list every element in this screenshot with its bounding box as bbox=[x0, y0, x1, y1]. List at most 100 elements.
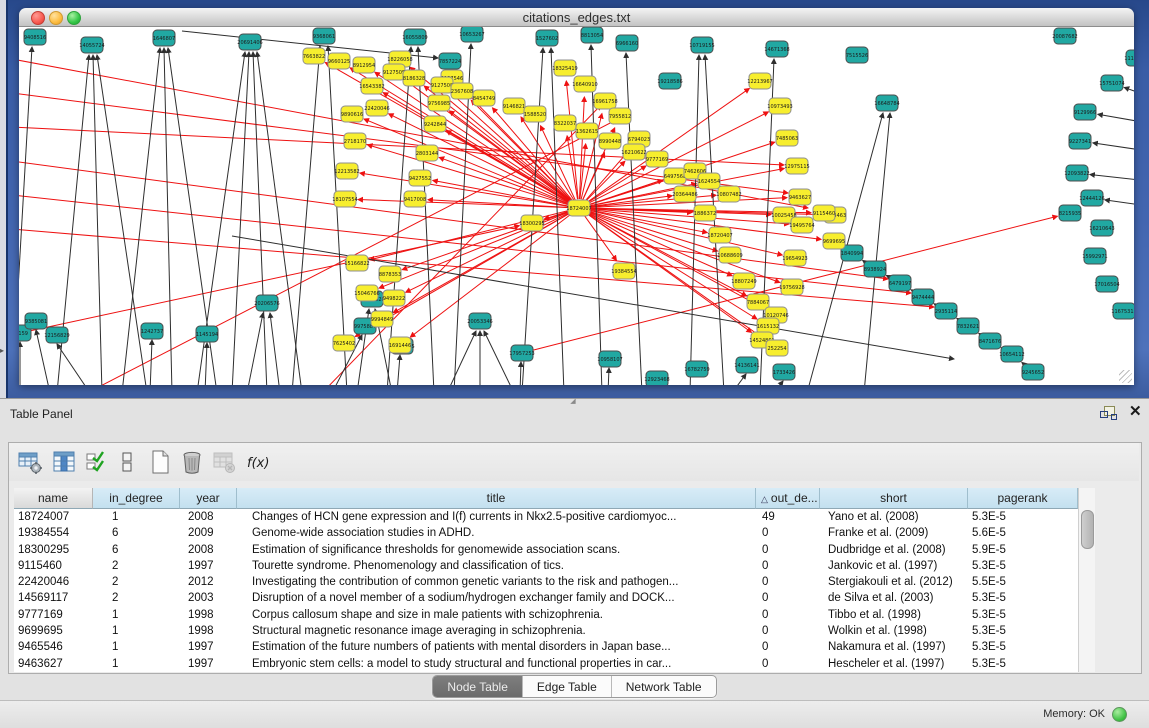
graph-node[interactable]: 22420046 bbox=[364, 100, 389, 116]
graph-node[interactable]: 9245652 bbox=[1022, 364, 1044, 380]
table-row[interactable]: 911546021997Tourette syndrome. Phenomeno… bbox=[14, 558, 1078, 574]
graph-node[interactable]: 1691446 bbox=[389, 337, 411, 353]
graph-node[interactable]: 15992971 bbox=[1082, 248, 1107, 264]
graph-node[interactable]: 15751074 bbox=[1099, 75, 1124, 91]
network-canvas[interactable]: 9408516140557241646807206914069368061160… bbox=[19, 27, 1134, 385]
graph-node[interactable]: 6497568 bbox=[664, 168, 686, 184]
graph-node[interactable]: 9660125 bbox=[328, 53, 350, 69]
graph-node[interactable]: 6479197 bbox=[889, 275, 911, 291]
graph-node[interactable]: 252254 bbox=[766, 340, 788, 356]
graph-node[interactable]: 7884067 bbox=[747, 294, 769, 310]
graph-node[interactable]: 10719155 bbox=[689, 37, 714, 53]
delete-table-icon-disabled[interactable] bbox=[211, 449, 237, 475]
graph-node[interactable]: 16961758 bbox=[592, 93, 617, 109]
graph-node[interactable]: 18724007 bbox=[566, 200, 591, 216]
graph-node[interactable]: 16782759 bbox=[684, 361, 709, 377]
graph-node[interactable]: 18807249 bbox=[731, 273, 756, 289]
graph-node[interactable]: 20053346 bbox=[467, 313, 492, 329]
graph-node[interactable]: 1624554 bbox=[698, 173, 720, 189]
table-vertical-scrollbar[interactable] bbox=[1078, 488, 1095, 672]
graph-node[interactable]: 1646807 bbox=[153, 30, 175, 46]
graph-node[interactable]: 18325419 bbox=[552, 60, 577, 76]
graph-node[interactable]: 12975115 bbox=[784, 158, 809, 174]
graph-node[interactable]: 12156829 bbox=[44, 327, 69, 343]
column-header-in_degree[interactable]: in_degree bbox=[93, 488, 180, 509]
graph-node[interactable]: 7832621 bbox=[957, 318, 979, 334]
graph-node[interactable]: 8938924 bbox=[864, 261, 886, 277]
graph-node[interactable]: 9146821 bbox=[503, 98, 525, 114]
tab-network-table[interactable]: Network Table bbox=[612, 676, 716, 697]
table-row[interactable]: 1830029562008Estimation of significance … bbox=[14, 542, 1078, 558]
float-panel-icon[interactable] bbox=[1100, 405, 1118, 421]
graph-node[interactable]: 16055809 bbox=[402, 29, 427, 45]
graph-node[interactable]: 1733426 bbox=[773, 364, 795, 380]
table-row[interactable]: 977716911998Corpus callosum shape and si… bbox=[14, 607, 1078, 623]
graph-node[interactable]: 20206576 bbox=[254, 295, 279, 311]
graph-node[interactable]: 16640910 bbox=[572, 76, 597, 92]
graph-node[interactable]: 8322037 bbox=[554, 115, 576, 131]
tab-node-table[interactable]: Node Table bbox=[433, 676, 523, 697]
graph-node[interactable]: 9474444 bbox=[912, 289, 934, 305]
column-header-pagerank[interactable]: pagerank bbox=[968, 488, 1078, 509]
graph-node[interactable]: 2935114 bbox=[935, 303, 957, 319]
graph-node[interactable]: 10654112 bbox=[999, 346, 1024, 362]
graph-node[interactable]: 7625402 bbox=[333, 335, 355, 351]
graph-node[interactable]: 8912954 bbox=[353, 57, 375, 73]
graph-node[interactable]: 9385081 bbox=[25, 313, 47, 329]
graph-node[interactable]: 18300295 bbox=[519, 215, 544, 231]
column-header-out_de[interactable]: △out_de... bbox=[756, 488, 820, 509]
scrollbar-thumb[interactable] bbox=[1081, 510, 1094, 549]
function-builder-icon[interactable]: f(x) bbox=[244, 449, 270, 475]
graph-node[interactable]: 9498222 bbox=[383, 290, 405, 306]
graph-node[interactable]: 8215935 bbox=[1059, 205, 1081, 221]
graph-node[interactable]: 20087682 bbox=[1052, 28, 1077, 44]
graph-node[interactable]: 9127508 bbox=[431, 77, 453, 93]
graph-node[interactable]: 20691406 bbox=[237, 34, 262, 50]
graph-node[interactable]: 12213967 bbox=[747, 73, 772, 89]
graph-node[interactable]: 19654923 bbox=[782, 250, 807, 266]
graph-node[interactable]: 8186328 bbox=[403, 70, 425, 86]
graph-node[interactable]: 14055724 bbox=[79, 37, 104, 53]
toggle-column-icon[interactable] bbox=[51, 449, 77, 475]
table-row[interactable]: 946554611997Estimation of the future num… bbox=[14, 639, 1078, 655]
graph-node[interactable]: 1145194 bbox=[196, 326, 218, 342]
graph-node[interactable]: 6966160 bbox=[616, 35, 638, 51]
graph-node[interactable]: 1362615 bbox=[576, 123, 598, 139]
graph-node[interactable]: 19495764 bbox=[789, 217, 814, 233]
graph-node[interactable]: 19218586 bbox=[657, 73, 682, 89]
column-header-title[interactable]: title bbox=[237, 488, 756, 509]
graph-node[interactable]: 10973493 bbox=[767, 98, 792, 114]
graph-node[interactable]: 1588520 bbox=[524, 106, 546, 122]
graph-node[interactable]: 8878353 bbox=[379, 266, 401, 282]
tab-edge-table[interactable]: Edge Table bbox=[523, 676, 612, 697]
graph-node[interactable]: 9699695 bbox=[823, 233, 845, 249]
table-settings-icon[interactable] bbox=[17, 449, 43, 475]
graph-node[interactable]: 9777169 bbox=[646, 151, 668, 167]
graph-node[interactable]: 10958107 bbox=[597, 351, 622, 367]
table-row[interactable]: 1872400712008Changes of HCN gene express… bbox=[14, 509, 1078, 525]
column-header-short[interactable]: short bbox=[820, 488, 968, 509]
select-rows-icon[interactable] bbox=[84, 449, 110, 475]
create-column-icon[interactable] bbox=[147, 449, 173, 475]
graph-node[interactable]: 7857224 bbox=[439, 53, 461, 69]
graph-node[interactable]: 12093822 bbox=[1064, 165, 1089, 181]
graph-node[interactable]: 7955812 bbox=[609, 108, 631, 124]
graph-node[interactable]: 9115460 bbox=[813, 205, 835, 221]
control-panel-collapsed-arrow[interactable]: ▸ bbox=[0, 344, 6, 358]
graph-node[interactable]: 15166822 bbox=[344, 255, 369, 271]
column-header-year[interactable]: year bbox=[180, 488, 237, 509]
graph-node[interactable]: 9890616 bbox=[341, 106, 363, 122]
graph-node[interactable]: 12923468 bbox=[644, 371, 669, 385]
graph-node[interactable]: 16210622 bbox=[621, 144, 646, 160]
graph-node[interactable]: 1886372 bbox=[694, 205, 716, 221]
citation-network-graph[interactable]: 9408516140557241646807206914069368061160… bbox=[19, 27, 1134, 385]
graph-node[interactable]: 9427552 bbox=[409, 170, 431, 186]
graph-node[interactable]: 7515526 bbox=[846, 47, 868, 63]
graph-node[interactable]: 2367608 bbox=[451, 83, 473, 99]
graph-node[interactable]: 15046766 bbox=[354, 285, 379, 301]
graph-node[interactable]: 1242737 bbox=[141, 323, 163, 339]
graph-node[interactable]: 9227341 bbox=[1069, 133, 1091, 149]
graph-node[interactable]: 11123047 bbox=[1124, 50, 1134, 66]
graph-node[interactable]: 7663822 bbox=[303, 48, 325, 64]
graph-node[interactable]: 16210643 bbox=[1089, 220, 1114, 236]
